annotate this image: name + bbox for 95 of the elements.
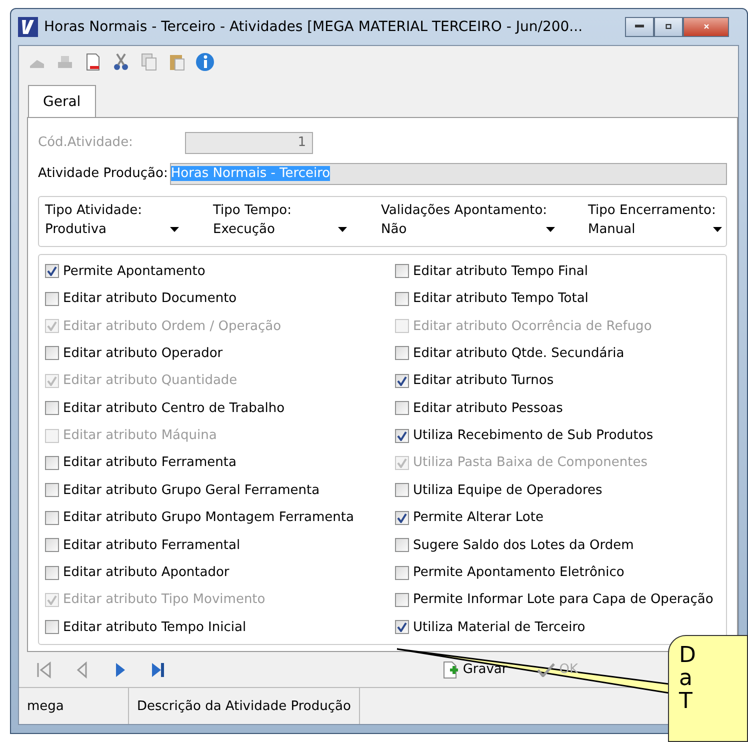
dropdown-label: Tipo Tempo: [213, 202, 292, 218]
check-icon [47, 266, 57, 276]
checkbox[interactable] [395, 264, 409, 278]
check-icon [397, 430, 407, 441]
checkbox[interactable] [45, 346, 59, 360]
checkbox[interactable] [45, 456, 59, 470]
dropdown-label: Tipo Encerramento: [588, 202, 717, 218]
checkbox-label: Editar atributo Centro de Trabalho [63, 400, 285, 416]
checkbox[interactable] [45, 620, 59, 634]
checkbox-label: Editar atributo Ocorrência de Refugo [413, 318, 652, 334]
status-text: Descrição da Atividade Produção [129, 688, 360, 724]
checkbox-label: Utiliza Equipe de Operadores [413, 482, 602, 498]
checkbox-label: Editar atributo Turnos [413, 373, 554, 388]
dropdown-label: Tipo Atividade: [45, 202, 144, 218]
checkbox-label: Editar atributo Operador [63, 346, 223, 361]
checkbox[interactable] [395, 510, 409, 525]
first-record-icon[interactable] [35, 660, 53, 678]
maximize-button[interactable] [654, 16, 683, 37]
checkbox-label: Editar atributo Grupo Geral Ferramenta [63, 482, 320, 498]
checkbox[interactable] [395, 592, 409, 607]
checkbox[interactable] [395, 292, 409, 306]
checkbox[interactable] [395, 428, 409, 443]
checkbox-label: Editar atributo Pessoas [413, 400, 563, 416]
dropdown[interactable]: Produtiva [45, 220, 187, 240]
cut-icon[interactable] [111, 52, 131, 72]
check-icon [397, 458, 407, 468]
checkbox-label: Editar atributo Tempo Inicial [63, 620, 246, 635]
checkbox-label: Editar atributo Grupo Montagem Ferramenta [63, 510, 354, 526]
checkbox[interactable] [395, 566, 409, 580]
caret-icon [170, 227, 179, 232]
callout-text: a [679, 667, 694, 690]
check-icon [397, 622, 407, 632]
dropdown[interactable]: Execução [213, 220, 355, 240]
checkbox[interactable] [395, 538, 409, 552]
app-logo-icon [18, 16, 38, 37]
check-icon [397, 376, 407, 386]
minimize-button[interactable] [625, 16, 654, 37]
status-text: mega [19, 688, 129, 724]
checkbox-label: Editar atributo Ferramenta [63, 455, 236, 470]
checkbox[interactable] [45, 292, 59, 306]
caret-icon [713, 227, 722, 232]
field-label: Atividade Produção: [38, 166, 168, 182]
checkbox-label: Utiliza Recebimento de Sub Produtos [413, 428, 654, 444]
minimize-icon [635, 24, 644, 30]
checkbox-label: Permite Apontamento [63, 264, 206, 279]
checkbox-label: Editar atributo Apontador [63, 565, 230, 580]
checkbox-label: Editar atributo Tempo Final [413, 264, 588, 279]
check-icon [47, 321, 57, 331]
copy-icon[interactable] [139, 52, 159, 72]
checkbox[interactable] [45, 538, 59, 552]
checkbox-label: Editar atributo Máquina [63, 428, 217, 444]
checkbox[interactable] [395, 483, 409, 498]
caret-icon [546, 227, 555, 232]
field-label: Cód.Atividade: [38, 135, 134, 150]
checkbox-label: Editar atributo Tipo Movimento [63, 592, 266, 608]
checkbox[interactable] [395, 620, 409, 634]
checkbox[interactable] [395, 401, 409, 416]
checkbox[interactable] [45, 566, 59, 580]
checkbox-label: Editar atributo Tempo Total [413, 291, 588, 306]
check-icon [537, 662, 556, 676]
checkbox-label: Editar atributo Documento [63, 291, 237, 306]
checkbox[interactable] [395, 346, 409, 360]
window-title: Horas Normais - Terceiro - Atividades [MEGA MATERIAL TERCEIRO - Jun/200... [44, 18, 583, 35]
checkbox-label: Permite Alterar Lote [413, 510, 544, 526]
dropdown[interactable]: Manual [588, 220, 730, 240]
close-button[interactable] [683, 16, 729, 37]
checkbox-label: Utiliza Pasta Baixa de Componentes [413, 455, 648, 470]
check-icon [397, 512, 407, 523]
dropdown-label: Validações Apontamento: [381, 202, 548, 218]
checkbox[interactable] [45, 401, 59, 416]
check-icon [47, 376, 57, 386]
checkbox-label: Sugere Saldo dos Lotes da Ordem [413, 538, 634, 553]
checkbox[interactable] [45, 264, 59, 278]
check-icon [47, 594, 57, 605]
checkbox[interactable] [45, 483, 59, 498]
checkbox-label: Editar atributo Ordem / Operação [63, 318, 282, 334]
tab[interactable]: Geral [28, 84, 96, 118]
caret-icon [338, 227, 347, 232]
info-icon[interactable] [195, 52, 215, 72]
dropdown[interactable]: Não [381, 220, 563, 240]
checkbox-label: Editar atributo Qtde. Secundária [413, 346, 624, 361]
checkbox-label: Permite Apontamento Eletrônico [413, 565, 624, 580]
checkbox-label: Editar atributo Quantidade [63, 373, 238, 388]
paste-icon[interactable] [167, 52, 187, 72]
maximize-icon [664, 24, 673, 30]
document-plus-icon [440, 660, 459, 678]
checkbox[interactable] [45, 510, 59, 525]
checkbox[interactable] [395, 374, 409, 388]
last-record-icon[interactable] [149, 660, 167, 678]
callout-text: T [679, 690, 694, 713]
checkbox-label: Utiliza Material de Terceiro [413, 620, 586, 635]
checkbox-label: Permite Informar Lote para Capa de Operação [413, 592, 714, 608]
checkbox-label: Editar atributo Ferramental [63, 538, 240, 553]
close-icon [702, 24, 710, 30]
callout-text: D [679, 644, 697, 667]
